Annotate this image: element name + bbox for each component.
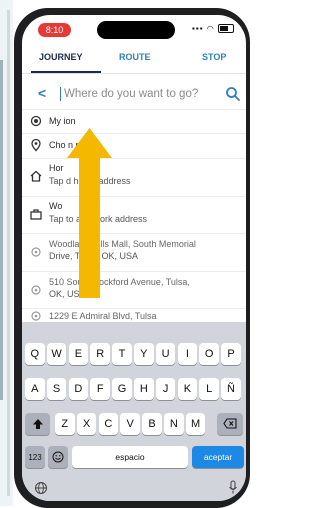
key-h[interactable]: H: [134, 378, 154, 400]
key-t[interactable]: T: [112, 343, 132, 365]
list-item-label: Hor: [49, 163, 64, 173]
list-item-choose-on-map[interactable]: Cho n map: [22, 135, 246, 155]
search-input[interactable]: [64, 85, 214, 103]
key-s[interactable]: S: [46, 378, 67, 400]
list-item-recent[interactable]: Woodland Hills Mall, South Memorial Driv…: [22, 235, 246, 269]
key-n[interactable]: N: [164, 413, 184, 435]
divider: [22, 73, 246, 74]
tab-route[interactable]: ROUTE: [119, 52, 151, 62]
list-item-label: 1229 E Admiral Blvd, Tulsa: [49, 311, 157, 321]
home-icon: [30, 170, 42, 182]
numbers-key-label: 123: [28, 453, 42, 462]
microphone-icon[interactable]: [228, 480, 238, 495]
divider: [22, 196, 246, 197]
list-item-label: Wo: [49, 201, 63, 211]
wifi-icon: ◠: [206, 24, 215, 33]
divider: [22, 109, 246, 110]
key-i[interactable]: I: [177, 343, 198, 365]
pointer-arrow-icon: [67, 128, 112, 298]
back-arrow-icon[interactable]: <: [38, 85, 46, 101]
background-bar: [7, 10, 10, 496]
backspace-key[interactable]: [217, 413, 243, 435]
briefcase-icon: [30, 209, 42, 220]
key-ñ[interactable]: Ñ: [221, 378, 241, 400]
shift-key[interactable]: [25, 413, 50, 435]
key-d[interactable]: D: [68, 378, 89, 400]
history-pin-icon: [31, 311, 41, 321]
emoji-key[interactable]: [48, 446, 68, 468]
key-j[interactable]: J: [155, 378, 176, 400]
key-e[interactable]: E: [68, 343, 89, 365]
search-bar: <: [22, 83, 246, 105]
key-f[interactable]: F: [90, 378, 110, 400]
numbers-key[interactable]: 123: [25, 446, 45, 468]
text-cursor: [60, 87, 61, 101]
emoji-icon: [52, 451, 64, 463]
key-w[interactable]: W: [46, 343, 67, 365]
search-icon[interactable]: [224, 85, 242, 103]
location-dot-icon: [30, 115, 42, 127]
background-sliver: [0, 0, 13, 506]
globe-icon[interactable]: [34, 481, 48, 495]
status-time: 8:10: [38, 23, 71, 37]
divider: [22, 158, 246, 159]
key-o[interactable]: O: [199, 343, 219, 365]
status-bar: 8:10 ▪▪▪ ◠: [22, 15, 246, 41]
key-b[interactable]: B: [142, 413, 162, 435]
list-item-work[interactable]: Wo Tap to add work address: [22, 198, 246, 232]
key-l[interactable]: L: [199, 378, 219, 400]
divider: [22, 133, 246, 134]
divider: [22, 233, 246, 234]
key-r[interactable]: R: [90, 343, 110, 365]
key-x[interactable]: X: [76, 413, 97, 435]
key-v[interactable]: V: [120, 413, 140, 435]
tab-journey[interactable]: JOURNEY: [39, 52, 83, 62]
key-u[interactable]: U: [155, 343, 176, 365]
key-k[interactable]: K: [177, 378, 198, 400]
map-pin-icon: [31, 138, 41, 152]
backspace-icon: [223, 418, 237, 429]
background-bar: [0, 60, 3, 400]
key-p[interactable]: P: [221, 343, 241, 365]
shift-icon: [32, 419, 43, 429]
list-item-my-location[interactable]: My ion: [22, 111, 246, 131]
phone-screen: 8:10 ▪▪▪ ◠ JOURNEY ROUTE STOP < My ion: [22, 15, 246, 501]
history-pin-icon: [31, 285, 41, 295]
space-key[interactable]: espacio: [72, 446, 188, 468]
divider: [22, 271, 246, 272]
space-key-label: espacio: [115, 452, 145, 462]
tab-bar: JOURNEY ROUTE STOP: [22, 52, 246, 72]
accept-key-label: aceptar: [203, 452, 233, 462]
list-item-label: My ion: [49, 116, 76, 126]
key-m[interactable]: M: [185, 413, 206, 435]
list-item-recent[interactable]: 510 South Rockford Avenue, Tulsa, OK, US…: [22, 273, 246, 307]
key-z[interactable]: Z: [55, 413, 75, 435]
dynamic-island: [97, 21, 175, 39]
battery-icon: [218, 24, 234, 34]
key-c[interactable]: C: [98, 413, 119, 435]
status-icons: ▪▪▪ ◠: [192, 24, 234, 34]
list-item-home[interactable]: Hor Tap d home address: [22, 160, 246, 194]
key-q[interactable]: Q: [25, 343, 45, 365]
key-y[interactable]: Y: [134, 343, 154, 365]
keyboard: QWERTYUIOP ASDFGHJKLÑ ZXCVBNM 123 espaci…: [22, 322, 246, 501]
key-g[interactable]: G: [112, 378, 132, 400]
key-a[interactable]: A: [25, 378, 45, 400]
history-pin-icon: [31, 247, 41, 257]
accept-key[interactable]: aceptar: [192, 446, 244, 468]
signal-icon: ▪▪▪: [192, 24, 204, 33]
tab-stop[interactable]: STOP: [202, 52, 226, 62]
